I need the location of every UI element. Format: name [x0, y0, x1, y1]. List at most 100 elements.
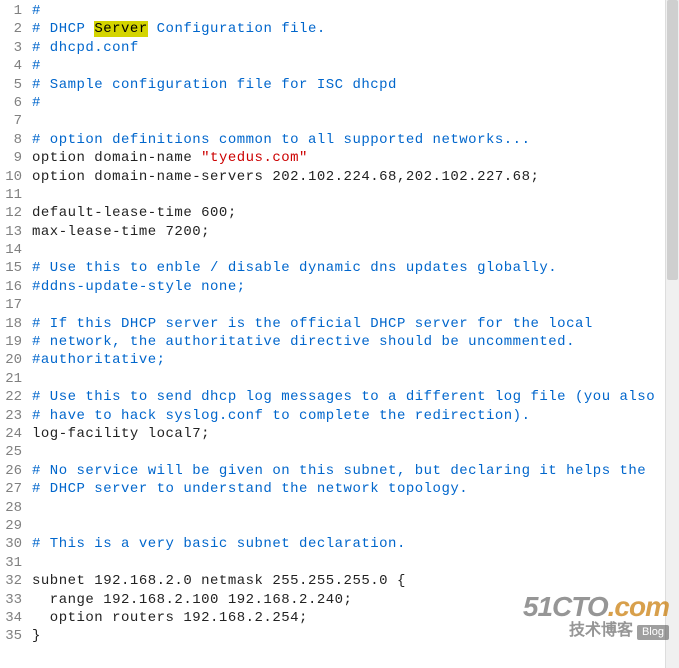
- watermark-logo: 51CTO.com: [523, 592, 669, 623]
- line-number: 31: [0, 554, 22, 572]
- line-number: 18: [0, 315, 22, 333]
- code-line[interactable]: default-lease-time 600;: [32, 204, 679, 222]
- line-number: 21: [0, 370, 22, 388]
- line-number: 9: [0, 149, 22, 167]
- line-number: 10: [0, 168, 22, 186]
- code-token: option domain-name-servers 202.102.224.6…: [32, 169, 539, 185]
- code-line[interactable]: # network, the authoritative directive s…: [32, 333, 679, 351]
- scrollbar-thumb[interactable]: [667, 0, 678, 280]
- code-line[interactable]: option domain-name "tyedus.com": [32, 149, 679, 167]
- code-line[interactable]: option domain-name-servers 202.102.224.6…: [32, 168, 679, 186]
- code-token: # network, the authoritative directive s…: [32, 334, 575, 350]
- code-line[interactable]: [32, 112, 679, 130]
- code-line[interactable]: [32, 241, 679, 259]
- code-line[interactable]: #ddns-update-style none;: [32, 278, 679, 296]
- code-token: # Use this to send dhcp log messages to …: [32, 389, 655, 405]
- line-number: 7: [0, 112, 22, 130]
- code-token: # DHCP: [32, 21, 94, 37]
- line-number: 13: [0, 223, 22, 241]
- line-number: 28: [0, 499, 22, 517]
- line-number: 14: [0, 241, 22, 259]
- code-line[interactable]: [32, 296, 679, 314]
- code-line[interactable]: # DHCP server to understand the network …: [32, 480, 679, 498]
- code-editor: 1234567891011121314151617181920212223242…: [0, 0, 679, 648]
- line-number: 23: [0, 407, 22, 425]
- code-line[interactable]: max-lease-time 7200;: [32, 223, 679, 241]
- code-token: # No service will be given on this subne…: [32, 463, 646, 479]
- code-line[interactable]: [32, 370, 679, 388]
- code-line[interactable]: #: [32, 94, 679, 112]
- line-number: 8: [0, 131, 22, 149]
- code-line[interactable]: # Use this to send dhcp log messages to …: [32, 388, 679, 406]
- line-number: 1: [0, 2, 22, 20]
- code-line[interactable]: # Sample configuration file for ISC dhcp…: [32, 76, 679, 94]
- code-line[interactable]: # dhcpd.conf: [32, 39, 679, 57]
- code-line[interactable]: [32, 499, 679, 517]
- line-number: 19: [0, 333, 22, 351]
- code-token: # Sample configuration file for ISC dhcp…: [32, 77, 397, 93]
- code-token: #: [32, 58, 41, 74]
- line-number: 35: [0, 627, 22, 645]
- code-token: option domain-name: [32, 150, 201, 166]
- line-number: 33: [0, 591, 22, 609]
- line-number: 3: [0, 39, 22, 57]
- code-token: # DHCP server to understand the network …: [32, 481, 468, 497]
- line-number: 34: [0, 609, 22, 627]
- code-token: default-lease-time 600;: [32, 205, 237, 221]
- code-line[interactable]: # This is a very basic subnet declaratio…: [32, 535, 679, 553]
- code-token: option routers 192.168.2.254;: [32, 610, 308, 626]
- code-token: # option definitions common to all suppo…: [32, 132, 530, 148]
- code-line[interactable]: [32, 186, 679, 204]
- watermark-subtitle: 技术博客 Blog: [523, 622, 669, 640]
- line-number: 26: [0, 462, 22, 480]
- line-number: 12: [0, 204, 22, 222]
- line-number: 25: [0, 443, 22, 461]
- search-highlight: Server: [94, 21, 147, 37]
- code-token: range 192.168.2.100 192.168.2.240;: [32, 592, 352, 608]
- code-line[interactable]: [32, 517, 679, 535]
- line-number: 16: [0, 278, 22, 296]
- code-token: #authoritative;: [32, 352, 166, 368]
- code-line[interactable]: [32, 443, 679, 461]
- watermark: 51CTO.com 技术博客 Blog: [523, 592, 669, 640]
- line-number: 22: [0, 388, 22, 406]
- line-number: 11: [0, 186, 22, 204]
- code-content[interactable]: ## DHCP Server Configuration file.# dhcp…: [28, 2, 679, 646]
- line-number: 30: [0, 535, 22, 553]
- watermark-brand: 51CTO: [523, 591, 608, 622]
- code-line[interactable]: #: [32, 57, 679, 75]
- code-token: # Use this to enble / disable dynamic dn…: [32, 260, 557, 276]
- code-line[interactable]: # No service will be given on this subne…: [32, 462, 679, 480]
- watermark-badge: Blog: [637, 625, 669, 639]
- code-token: subnet 192.168.2.0 netmask 255.255.255.0…: [32, 573, 406, 589]
- code-token: #: [32, 3, 41, 19]
- code-token: }: [32, 628, 41, 644]
- line-number: 32: [0, 572, 22, 590]
- code-token: #: [32, 95, 41, 111]
- line-number: 5: [0, 76, 22, 94]
- code-line[interactable]: # have to hack syslog.conf to complete t…: [32, 407, 679, 425]
- code-line[interactable]: #authoritative;: [32, 351, 679, 369]
- vertical-scrollbar[interactable]: [665, 0, 679, 668]
- code-token: log-facility local7;: [32, 426, 210, 442]
- code-line[interactable]: # If this DHCP server is the official DH…: [32, 315, 679, 333]
- code-line[interactable]: log-facility local7;: [32, 425, 679, 443]
- watermark-domain: .com: [608, 591, 669, 622]
- watermark-sub-text: 技术博客: [569, 622, 633, 639]
- code-token: # This is a very basic subnet declaratio…: [32, 536, 406, 552]
- line-number: 15: [0, 259, 22, 277]
- code-line[interactable]: #: [32, 2, 679, 20]
- code-token: max-lease-time 7200;: [32, 224, 210, 240]
- code-token: Configuration file.: [148, 21, 326, 37]
- line-number-gutter: 1234567891011121314151617181920212223242…: [0, 2, 28, 646]
- code-line[interactable]: # Use this to enble / disable dynamic dn…: [32, 259, 679, 277]
- line-number: 17: [0, 296, 22, 314]
- code-line[interactable]: [32, 554, 679, 572]
- code-token: # have to hack syslog.conf to complete t…: [32, 408, 530, 424]
- code-line[interactable]: # DHCP Server Configuration file.: [32, 20, 679, 38]
- code-line[interactable]: # option definitions common to all suppo…: [32, 131, 679, 149]
- line-number: 2: [0, 20, 22, 38]
- code-token: # If this DHCP server is the official DH…: [32, 316, 593, 332]
- code-token: "tyedus.com": [201, 150, 308, 166]
- code-line[interactable]: subnet 192.168.2.0 netmask 255.255.255.0…: [32, 572, 679, 590]
